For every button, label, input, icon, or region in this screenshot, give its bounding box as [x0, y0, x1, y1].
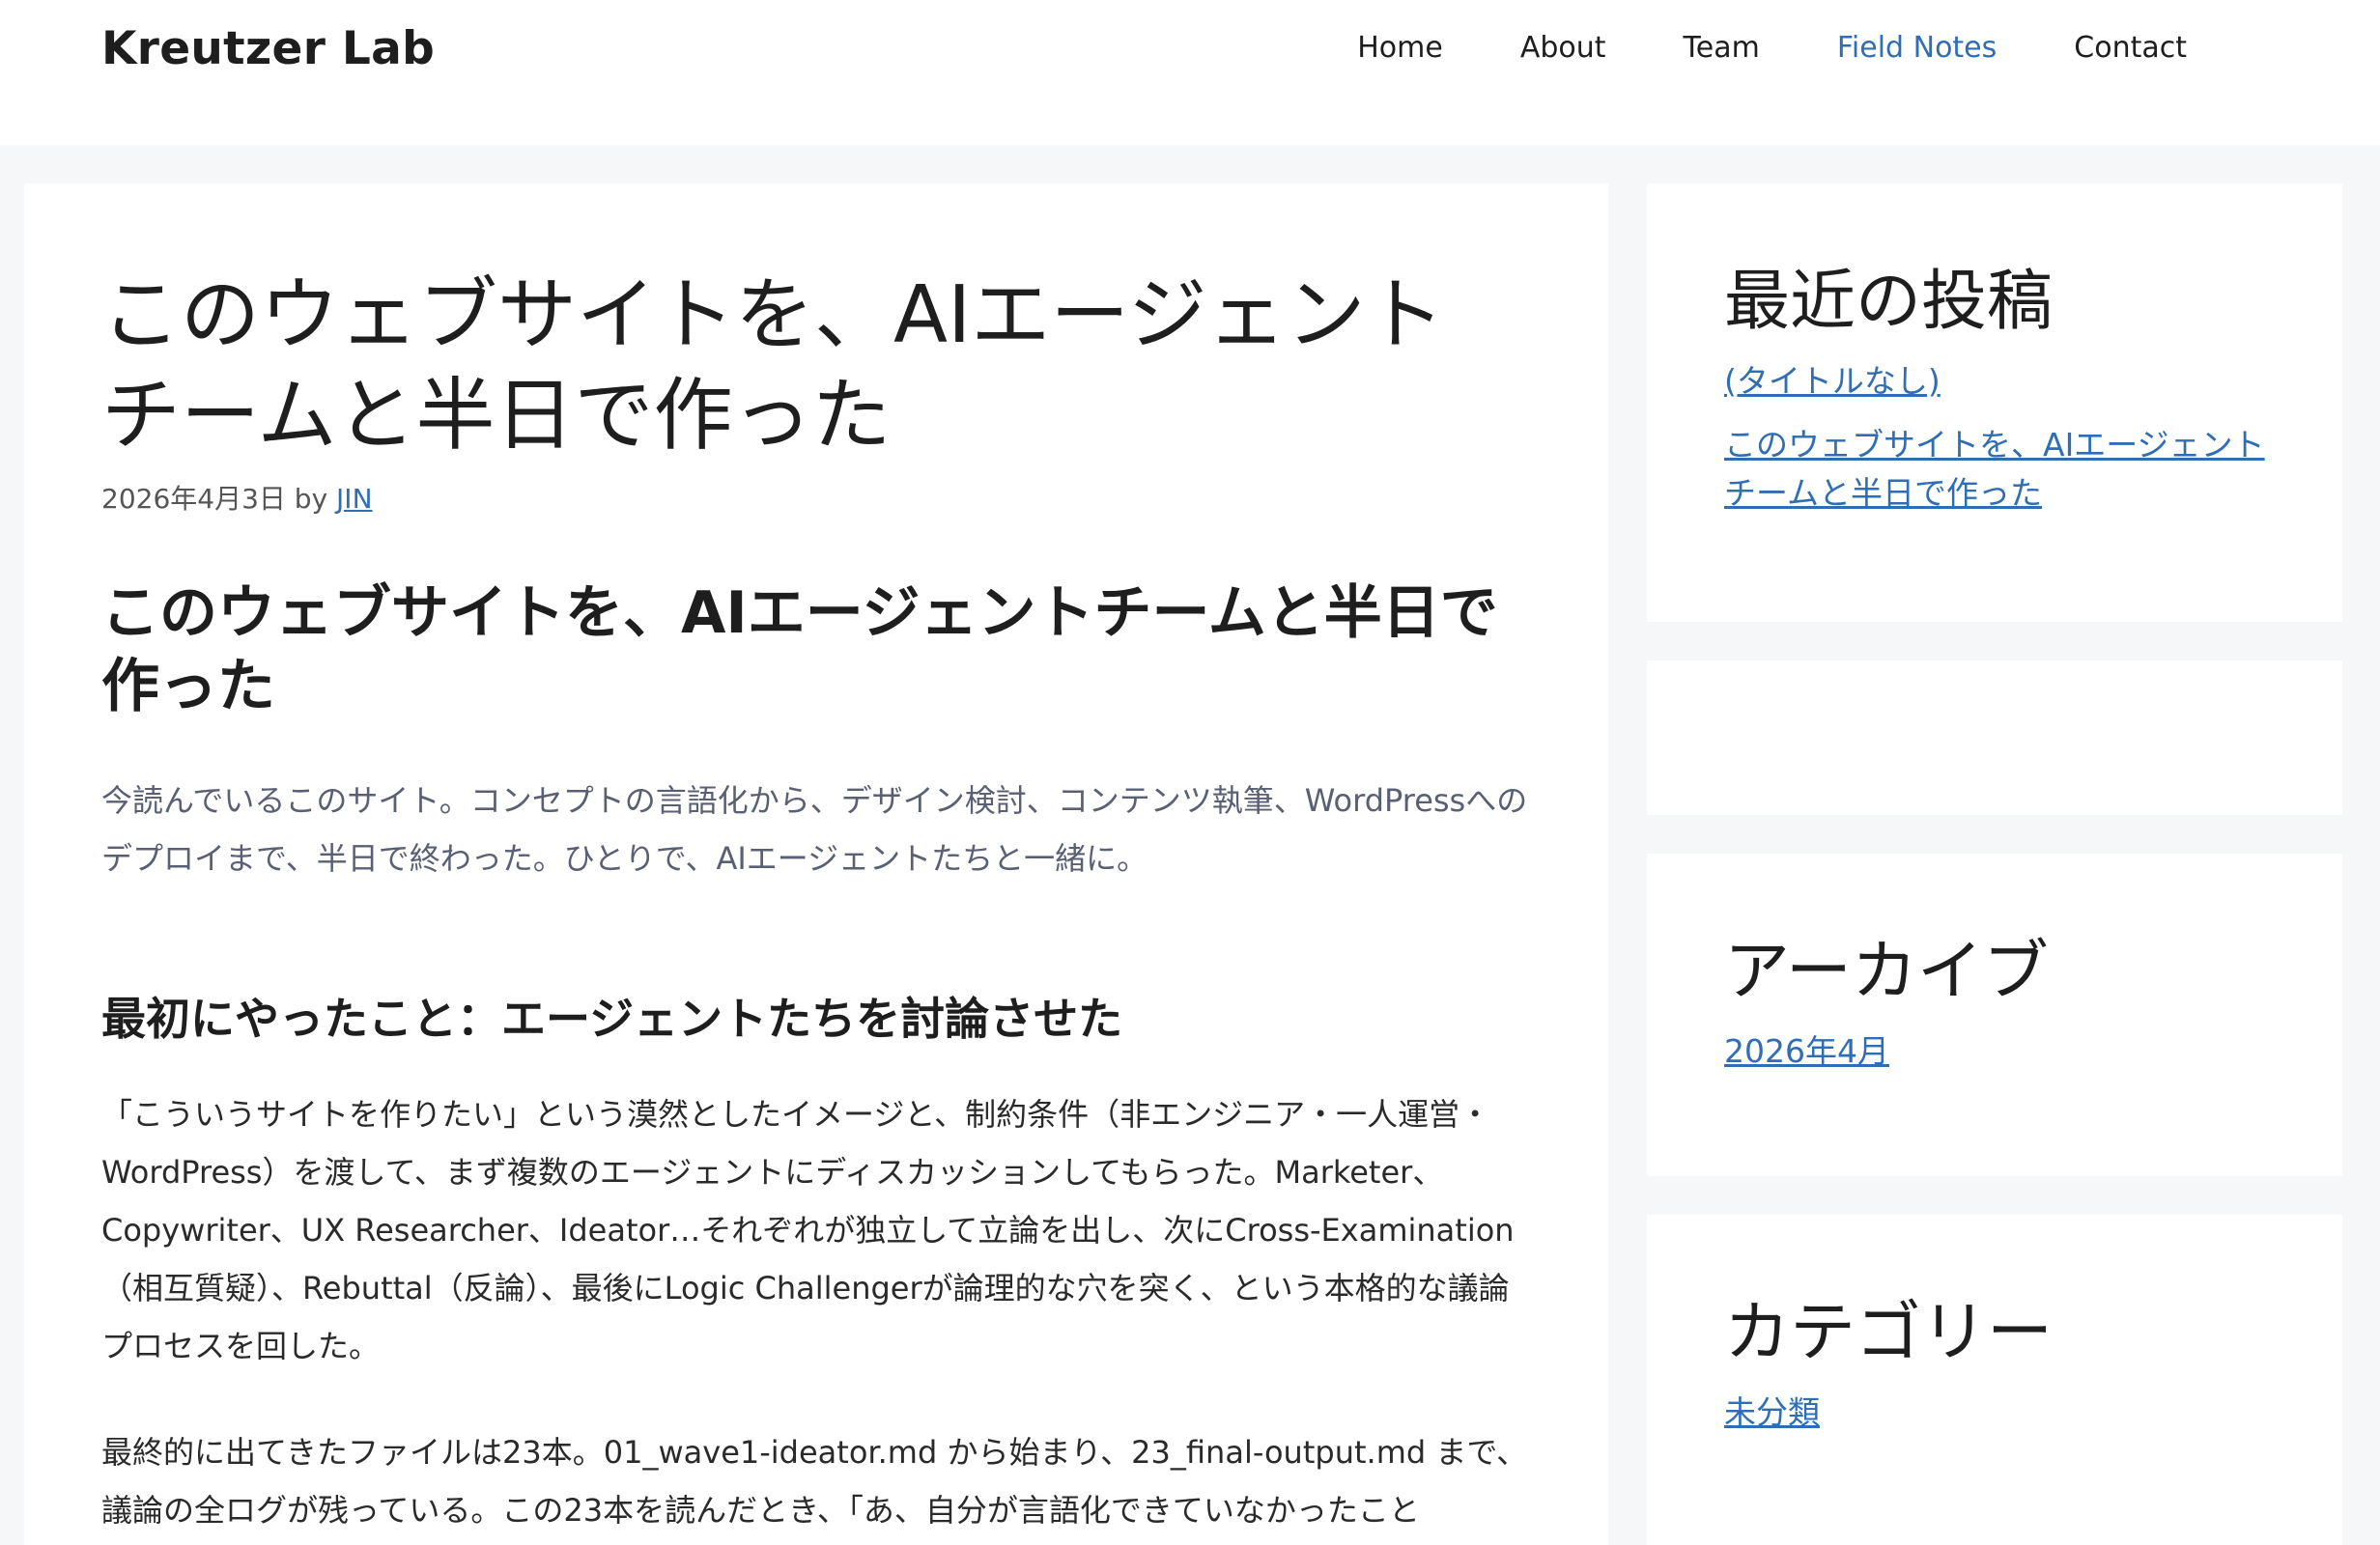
- main-nav: Home About Team Field Notes Contact: [1318, 29, 2225, 68]
- category-link[interactable]: 未分類: [1724, 1393, 1820, 1431]
- author-link[interactable]: JIN: [336, 483, 372, 515]
- archive-link[interactable]: 2026年4月: [1724, 1032, 1889, 1070]
- recent-post-link[interactable]: (タイトルなし): [1724, 362, 1941, 400]
- site-header: Kreutzer Lab Home About Team Field Notes…: [0, 0, 2380, 145]
- recent-posts-list: (タイトルなし) このウェブサイトを、AIエージェントチームと半日で作った: [1724, 357, 2265, 518]
- list-item: このウェブサイトを、AIエージェントチームと半日で作った: [1724, 421, 2265, 518]
- categories-list: 未分類: [1724, 1389, 2265, 1437]
- nav-team[interactable]: Team: [1645, 29, 1799, 68]
- post-date: 2026年4月3日: [101, 483, 286, 515]
- widget-archives: アーカイブ 2026年4月: [1647, 854, 2342, 1176]
- post-content: このウェブサイトを、AIエージェントチームと半日で作った 2026年4月3日 b…: [24, 183, 1608, 1545]
- nav-contact[interactable]: Contact: [2035, 29, 2225, 68]
- list-item: 2026年4月: [1724, 1027, 2265, 1076]
- categories-title: カテゴリー: [1724, 1295, 2054, 1371]
- post-heading: このウェブサイトを、AIエージェントチームと半日で作った: [101, 579, 1498, 720]
- list-item: 未分類: [1724, 1389, 2265, 1437]
- widget-categories: カテゴリー 未分類: [1647, 1215, 2342, 1545]
- post-lead: 今読んでいるこのサイト。コンセプトの言語化から、デザイン検討、コンテンツ執筆、W…: [101, 782, 1528, 877]
- recent-posts-title: 最近の投稿: [1724, 264, 2054, 340]
- post-meta: 2026年4月3日 by JIN: [101, 480, 1531, 519]
- section-heading: 最初にやったこと：エージェントたちを討論させた: [101, 993, 1123, 1045]
- recent-post-link[interactable]: このウェブサイトを、AIエージェントチームと半日で作った: [1724, 426, 2265, 512]
- post-title: このウェブサイトを、AIエージェントチームと半日で作った: [101, 269, 1445, 462]
- site-title[interactable]: Kreutzer Lab: [101, 19, 435, 79]
- nav-home[interactable]: Home: [1318, 29, 1482, 68]
- nav-about[interactable]: About: [1482, 29, 1645, 68]
- list-item: (タイトルなし): [1724, 357, 2265, 406]
- paragraph-1: 「こういうサイトを作りたい」という漠然としたイメージと、制約条件（非エンジニア・…: [101, 1096, 1515, 1364]
- widget-empty: [1647, 660, 2342, 815]
- paragraph-2: 最終的に出てきたファイルは23本。01_wave1-ideator.md から始…: [101, 1434, 1528, 1529]
- archives-list: 2026年4月: [1724, 1027, 2265, 1076]
- archives-title: アーカイブ: [1724, 934, 2049, 1010]
- widget-recent-posts: 最近の投稿 (タイトルなし) このウェブサイトを、AIエージェントチームと半日で…: [1647, 183, 2342, 622]
- nav-field-notes[interactable]: Field Notes: [1799, 29, 2035, 68]
- post-by: by: [294, 483, 328, 515]
